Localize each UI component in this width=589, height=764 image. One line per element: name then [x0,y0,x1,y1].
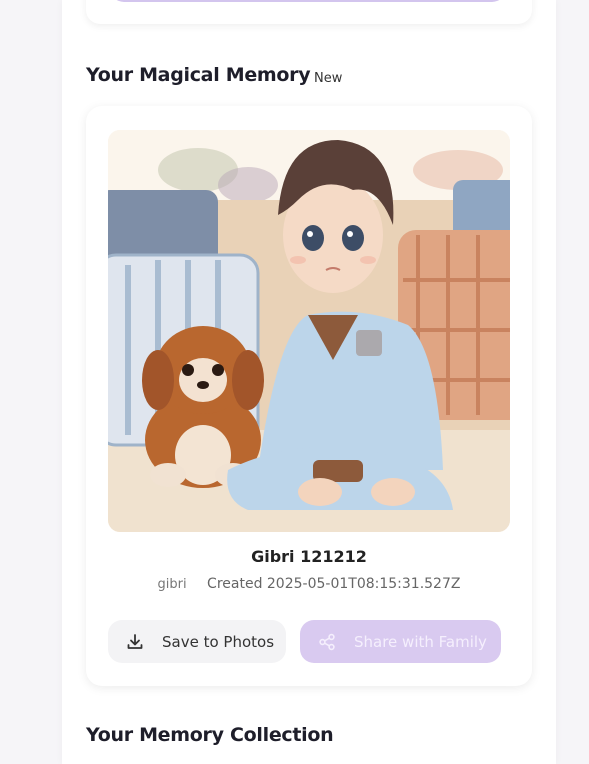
download-icon [126,633,144,651]
memory-title: Gibri 121212 [251,547,367,566]
memory-card: Gibri 121212 gibri Created 2025-05-01T08… [86,106,532,686]
new-badge: New [314,71,343,86]
memory-created: Created 2025-05-01T08:15:31.527Z [207,576,461,592]
section-title-memory-collection: Your Memory Collection [86,724,334,746]
share-with-family-label: Share with Family [354,632,487,651]
section-title-magical-memory: Your Magical Memory [86,64,311,86]
save-to-photos-button[interactable]: Save to Photos [108,620,286,663]
previous-card [86,0,532,24]
share-icon [318,633,336,651]
memory-meta: gibri Created 2025-05-01T08:15:31.527Z [86,576,532,592]
share-with-family-button[interactable]: Share with Family [300,620,501,663]
memory-owner: gibri [157,577,187,592]
illustration-boy-with-puppy-icon [108,130,510,532]
save-to-photos-label: Save to Photos [162,632,275,651]
page: Your Magical Memory New Gibri 121212 gib… [0,0,589,764]
memory-image[interactable] [108,130,510,532]
previous-card-button[interactable] [110,0,506,2]
